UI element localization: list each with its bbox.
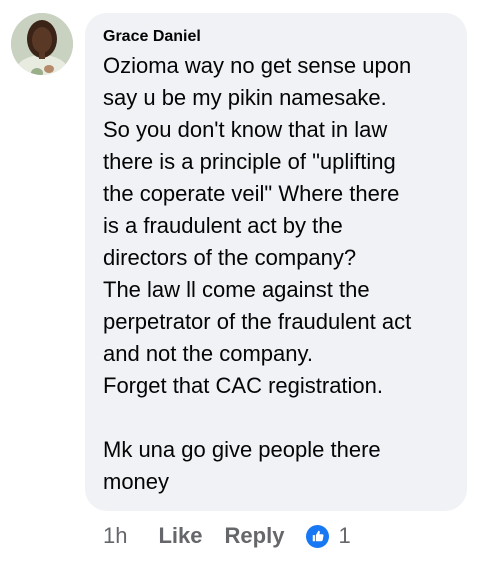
reply-button[interactable]: Reply (225, 523, 285, 549)
comment-bubble: Grace Daniel Ozioma way no get sense upo… (85, 13, 467, 511)
like-button[interactable]: Like (158, 523, 202, 549)
comment: Grace Daniel Ozioma way no get sense upo… (0, 0, 480, 564)
comment-text: Ozioma way no get sense upon say u be my… (103, 53, 412, 494)
avatar-photo (11, 13, 73, 75)
comment-actions: 1h Like Reply 1 (103, 521, 351, 551)
timestamp[interactable]: 1h (103, 523, 127, 549)
avatar[interactable] (11, 13, 73, 75)
reaction-count: 1 (338, 523, 351, 548)
thumbs-up-icon (306, 524, 330, 548)
author-name[interactable]: Grace Daniel (103, 27, 449, 47)
reaction-summary[interactable]: 1 (306, 523, 351, 549)
